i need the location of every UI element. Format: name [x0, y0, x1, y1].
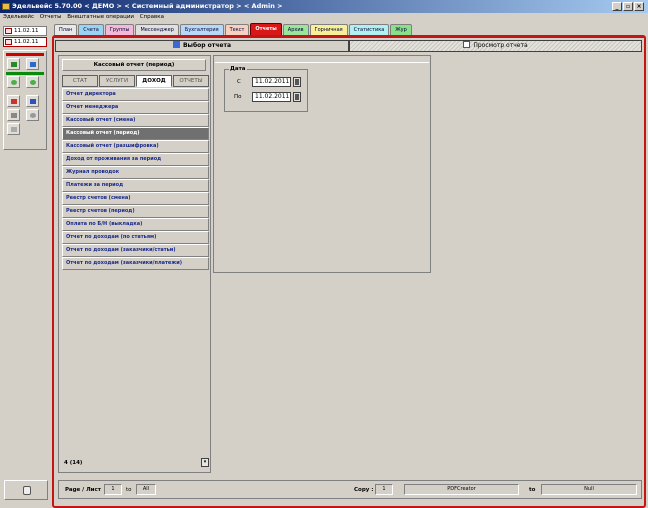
- page-to-field[interactable]: All: [136, 484, 156, 495]
- report-list-item[interactable]: Журнал проводок: [62, 166, 209, 179]
- menu-operations[interactable]: Внештатные операции: [67, 14, 134, 20]
- report-list-item[interactable]: Оплата по Б/Н (выкладка): [62, 218, 209, 231]
- category-label: СТАТ: [72, 78, 88, 84]
- printer-select[interactable]: PDFCreator: [404, 484, 519, 495]
- book-icon: [172, 41, 180, 48]
- print-bar: Page / Лист 1 to All Copy : 1 PDFCreator…: [58, 480, 642, 499]
- report-list-item[interactable]: Отчет по доходам (по статьям): [62, 231, 209, 244]
- report-list-item[interactable]: Кассовый отчет (разшифровка): [62, 140, 209, 153]
- red-strip: [6, 53, 44, 56]
- page-from-field[interactable]: 1: [104, 484, 122, 495]
- users-icon[interactable]: [26, 95, 39, 107]
- output-to-label: to: [529, 487, 536, 493]
- report-list-item[interactable]: Реестр счетов (период): [62, 205, 209, 218]
- maximize-button[interactable]: ▫: [623, 2, 633, 11]
- printer-icon[interactable]: [7, 109, 20, 121]
- category-tab-services[interactable]: УСЛУГИ: [99, 75, 135, 87]
- report-title: Кассовый отчет (период): [62, 59, 206, 71]
- settings-icon[interactable]: [26, 109, 39, 121]
- checkin-icon[interactable]: [7, 58, 20, 70]
- date-group: Дата С 11.02.2011 По 11.02.2011: [224, 66, 308, 112]
- tab-preview-label: Просмотр отчета: [473, 42, 528, 49]
- page-to-label: to: [126, 487, 132, 493]
- category-tab-reports[interactable]: ОТЧЕТЫ: [173, 75, 209, 87]
- preview-icon: [463, 41, 471, 48]
- date-button-primary[interactable]: 11.02.11: [3, 26, 47, 36]
- category-label: ДОХОД: [142, 78, 166, 84]
- module-tabs: План Счета Группы Мессенджер Бухгалтерия Текс…: [54, 23, 413, 36]
- report-list-item[interactable]: Кассовый отчет (смена): [62, 114, 209, 127]
- green-strip: [6, 72, 44, 75]
- counter-button[interactable]: ▾: [201, 458, 209, 467]
- minimize-button[interactable]: _: [612, 2, 622, 11]
- counter-label: 4 (14): [64, 460, 83, 466]
- copy-field[interactable]: 1: [375, 484, 393, 495]
- tab-preview-report[interactable]: Просмотр отчета: [349, 40, 642, 52]
- report-list-item[interactable]: Отчет по доходам (заказчики/статьи): [62, 244, 209, 257]
- date-from-spinner[interactable]: [293, 77, 301, 87]
- date-to-field[interactable]: 11.02.2011: [252, 92, 291, 102]
- to-label: По: [234, 94, 242, 100]
- category-label: УСЛУГИ: [105, 78, 129, 84]
- calendar-icon: [5, 39, 12, 45]
- copy-label: Copy :: [354, 487, 374, 493]
- checkout-icon[interactable]: [26, 58, 39, 70]
- date-button-secondary[interactable]: 11.02.11: [3, 37, 47, 47]
- app-icon: [2, 3, 10, 10]
- report-list-item[interactable]: Платежи за период: [62, 179, 209, 192]
- report-list-item[interactable]: Отчет директора: [62, 88, 209, 101]
- toolbar-panel: [3, 50, 47, 150]
- menu-help[interactable]: Справка: [140, 14, 164, 20]
- menu-reports[interactable]: Отчеты: [40, 14, 62, 20]
- category-tab-stat[interactable]: СТАТ: [62, 75, 98, 87]
- list-icon[interactable]: [7, 123, 20, 135]
- category-tab-income[interactable]: ДОХОД: [136, 75, 172, 87]
- date-to-spinner[interactable]: [293, 92, 301, 102]
- date-group-legend: Дата: [229, 66, 247, 72]
- report-list-item[interactable]: Доход от проживания за период: [62, 153, 209, 166]
- hand-button[interactable]: [4, 480, 48, 500]
- sync-icon[interactable]: [26, 76, 39, 88]
- list-counter: 4 (14) ▾: [62, 458, 209, 468]
- params-header: [215, 57, 429, 63]
- window-title: Эдельвейс 5.70.00 < ДЕМО > < Системный а…: [12, 2, 283, 10]
- refresh-icon[interactable]: [7, 76, 20, 88]
- menu-bar: Эдельвейс Отчеты Внештатные операции Спр…: [0, 13, 648, 22]
- title-bar: Эдельвейс 5.70.00 < ДЕМО > < Системный а…: [0, 0, 648, 13]
- calendar-icon: [5, 28, 12, 34]
- tab-select-report[interactable]: Выбор отчета: [55, 40, 349, 52]
- reports-frame: Выбор отчета Просмотр отчета Кассовый от…: [52, 35, 646, 508]
- report-list-item[interactable]: Отчет менеджера: [62, 101, 209, 114]
- report-list-item[interactable]: Отчет по доходам (заказчики/платежи): [62, 257, 209, 270]
- people-icon[interactable]: [7, 95, 20, 107]
- report-panel: Кассовый отчет (период) СТАТ УСЛУГИ ДОХО…: [58, 55, 211, 473]
- output-select[interactable]: Null: [541, 484, 637, 495]
- close-button[interactable]: ×: [634, 2, 644, 11]
- tab-select-label: Выбор отчета: [182, 42, 231, 49]
- left-toolbar: 11.02.11 11.02.11: [1, 23, 51, 151]
- page-label: Page / Лист: [65, 487, 101, 493]
- category-label: ОТЧЕТЫ: [179, 78, 203, 84]
- from-label: С: [237, 79, 241, 85]
- date-secondary-label: 11.02.11: [14, 39, 39, 45]
- params-panel: Дата С 11.02.2011 По 11.02.2011: [213, 55, 431, 273]
- hand-icon: [23, 486, 31, 495]
- report-list-item[interactable]: Кассовый отчет (период): [62, 127, 209, 140]
- menu-edelweiss[interactable]: Эдельвейс: [3, 14, 34, 20]
- date-primary-label: 11.02.11: [14, 28, 39, 34]
- date-from-field[interactable]: 11.02.2011: [252, 77, 291, 87]
- report-list-item[interactable]: Реестр счетов (смена): [62, 192, 209, 205]
- report-list: Отчет директора Отчет менеджера Кассовый о…: [62, 88, 209, 270]
